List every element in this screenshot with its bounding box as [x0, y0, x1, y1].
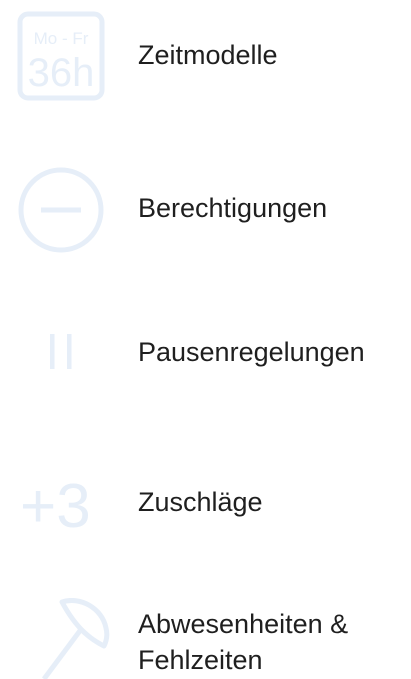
feature-list: Mo - Fr 36h Zeitmodelle Berechtigungen P…: [0, 0, 411, 679]
feature-label-abwesenheiten-line2: Fehlzeiten: [138, 645, 263, 675]
feature-label-abwesenheiten-line1: Abwesenheiten &: [138, 609, 349, 639]
minus-circle-icon: [16, 164, 108, 256]
feature-label-berechtigungen: Berechtigungen: [138, 193, 328, 223]
feature-item-zuschlaege: +3 Zuschläge: [0, 455, 411, 545]
weekly-hours-icon-top-text: Mo - Fr: [34, 29, 89, 48]
pause-icon: [16, 310, 108, 402]
feature-item-berechtigungen: Berechtigungen: [0, 160, 411, 260]
weekly-hours-icon: Mo - Fr 36h: [16, 10, 108, 102]
feature-label-zuschlaege: Zuschläge: [138, 487, 263, 517]
feature-label-zeitmodelle: Zeitmodelle: [138, 40, 278, 70]
parasol-icon: [22, 598, 114, 679]
plus-three-icon-text: +3: [20, 472, 91, 541]
feature-item-abwesenheiten: Abwesenheiten & Fehlzeiten: [0, 598, 411, 679]
feature-item-zeitmodelle: Mo - Fr 36h Zeitmodelle: [0, 0, 411, 110]
weekly-hours-icon-main-text: 36h: [28, 51, 95, 95]
feature-label-abwesenheiten: Abwesenheiten & Fehlzeiten: [138, 606, 348, 678]
feature-item-pausenregelungen: Pausenregelungen: [0, 310, 411, 400]
feature-label-pausenregelungen: Pausenregelungen: [138, 337, 365, 367]
plus-three-icon: +3: [16, 455, 108, 547]
